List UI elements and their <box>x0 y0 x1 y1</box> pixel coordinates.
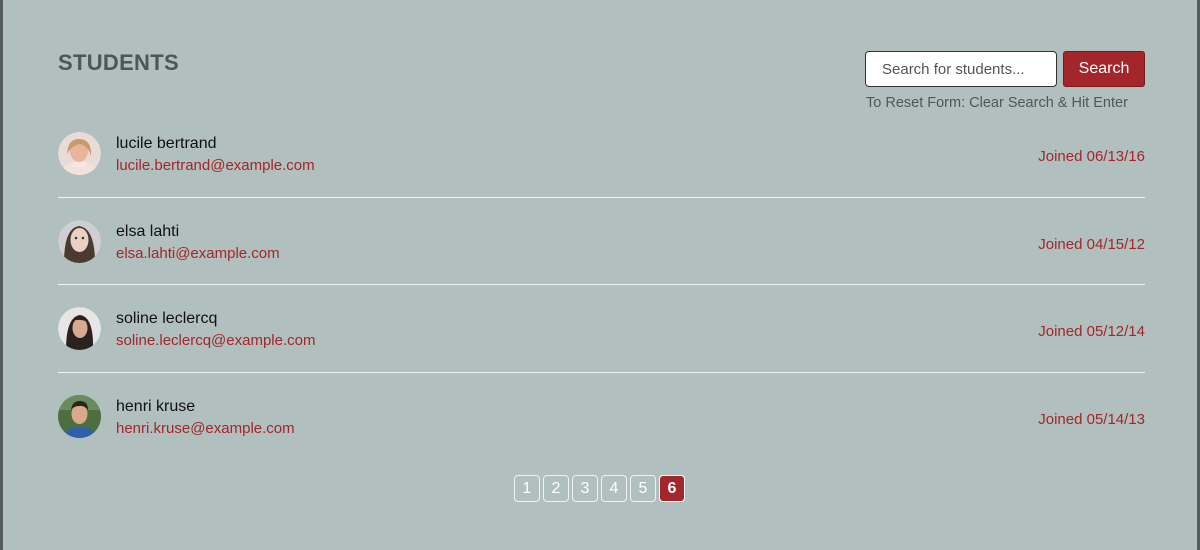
student-name: henri kruse <box>116 397 196 415</box>
avatar <box>58 394 101 438</box>
student-row: lucile bertrand lucile.bertrand@example.… <box>58 110 1145 198</box>
avatar <box>58 307 101 350</box>
pagination: 1 2 3 4 5 6 <box>514 475 685 502</box>
student-name: elsa lahti <box>116 222 180 240</box>
student-email[interactable]: lucile.bertrand@example.com <box>116 157 315 174</box>
reset-hint: To Reset Form: Clear Search & Hit Enter <box>866 95 1128 111</box>
page-button-4[interactable]: 4 <box>601 475 627 502</box>
page-button-1[interactable]: 1 <box>514 475 540 502</box>
page-button-6[interactable]: 6 <box>659 475 685 502</box>
joined-date: Joined 06/13/16 <box>1038 148 1145 165</box>
page-button-2[interactable]: 2 <box>543 475 569 502</box>
student-row: elsa lahti elsa.lahti@example.com Joined… <box>58 198 1145 285</box>
student-row: soline leclercq soline.leclercq@example.… <box>58 285 1145 373</box>
student-email[interactable]: elsa.lahti@example.com <box>116 245 280 262</box>
page-button-5[interactable]: 5 <box>630 475 656 502</box>
search-button[interactable]: Search <box>1063 51 1145 87</box>
students-page: STUDENTS Search To Reset Form: Clear Sea… <box>0 0 1200 550</box>
avatar <box>58 132 101 175</box>
student-email[interactable]: henri.kruse@example.com <box>116 420 295 437</box>
joined-date: Joined 04/15/12 <box>1038 235 1145 253</box>
avatar-photo-icon <box>58 307 101 350</box>
student-list: lucile bertrand lucile.bertrand@example.… <box>58 110 1145 460</box>
joined-date: Joined 05/12/14 <box>1038 323 1145 340</box>
avatar-photo-icon <box>58 132 101 175</box>
student-name: lucile bertrand <box>116 135 217 152</box>
student-email[interactable]: soline.leclercq@example.com <box>116 332 315 349</box>
page-button-3[interactable]: 3 <box>572 475 598 502</box>
page-title: STUDENTS <box>58 50 179 75</box>
joined-date: Joined 05/14/13 <box>1038 410 1145 428</box>
avatar <box>58 219 101 263</box>
avatar-photo-icon <box>58 219 101 263</box>
avatar-photo-icon <box>58 394 101 438</box>
search-input[interactable] <box>865 51 1057 87</box>
student-row: henri kruse henri.kruse@example.com Join… <box>58 373 1145 461</box>
student-name: soline leclercq <box>116 310 218 327</box>
